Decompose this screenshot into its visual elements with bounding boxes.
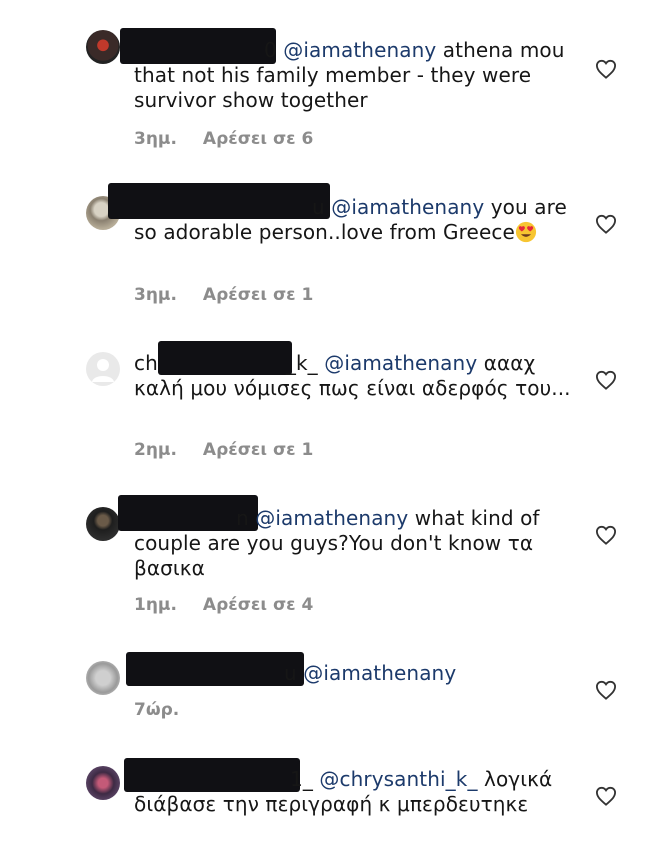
heart-outline-icon[interactable]: [595, 525, 617, 545]
comment-meta: 3ημ. Αρέσει σε 1: [134, 285, 313, 305]
heart-outline-icon[interactable]: [595, 680, 617, 700]
comment-time: 3ημ.: [134, 285, 177, 305]
comment-text: u @iamathenany you are so adorable perso…: [134, 195, 574, 245]
mention-link[interactable]: @iamathenany: [331, 195, 484, 219]
heart-outline-icon[interactable]: [595, 214, 617, 234]
mention-link[interactable]: @iamathenany: [324, 351, 477, 375]
comment-meta: 1ημ. Αρέσει σε 4: [134, 595, 313, 615]
username-fragment: n: [236, 506, 249, 530]
comment-text: ch _k_ @iamathenany αααχ καλή μου νόμισες…: [134, 351, 574, 401]
heart-eyes-emoji: [515, 221, 536, 243]
comment-text: n @iamathenany what kind of couple are y…: [134, 506, 574, 581]
comment-meta: 7ώρ.: [134, 700, 179, 720]
comment-time: 1ημ.: [134, 595, 177, 615]
heart-outline-icon[interactable]: [595, 786, 617, 806]
username-fragment: 1_: [290, 767, 313, 791]
username-fragment: ch: [134, 351, 158, 375]
comment-meta: 2ημ. Αρέσει σε 1: [134, 440, 313, 460]
username-fragment: _k_: [285, 351, 318, 375]
heart-outline-icon[interactable]: [595, 370, 617, 390]
comment-text: u @iamathenany: [134, 661, 574, 686]
comment-text: 0 @iamathenany athena mou that not his f…: [134, 38, 574, 113]
username-fragment: u: [284, 661, 297, 685]
comment-time: 7ώρ.: [134, 700, 180, 720]
avatar[interactable]: [86, 30, 120, 64]
likes-count[interactable]: Αρέσει σε 6: [203, 129, 313, 149]
mention-link[interactable]: @iamathenany: [255, 506, 408, 530]
mention-link[interactable]: @chrysanthi_k_: [319, 767, 477, 791]
mention-link[interactable]: @iamathenany: [303, 661, 456, 685]
comment-time: 2ημ.: [134, 440, 177, 460]
comment-time: 3ημ.: [134, 129, 177, 149]
default-avatar-icon: [92, 359, 114, 382]
likes-count[interactable]: Αρέσει σε 1: [203, 285, 313, 305]
mention-link[interactable]: @iamathenany: [283, 38, 436, 62]
username-fragment: u: [312, 195, 325, 219]
avatar[interactable]: [86, 766, 120, 800]
username-fragment: 0: [264, 38, 277, 62]
avatar[interactable]: [86, 661, 120, 695]
comment-meta: 3ημ. Αρέσει σε 6: [134, 129, 313, 149]
likes-count[interactable]: Αρέσει σε 4: [203, 595, 313, 615]
comment-text: 1_ @chrysanthi_k_ λογικά διάβασε την περ…: [134, 767, 574, 817]
avatar[interactable]: [86, 507, 120, 541]
likes-count[interactable]: Αρέσει σε 1: [203, 440, 313, 460]
heart-outline-icon[interactable]: [595, 59, 617, 79]
avatar[interactable]: [86, 352, 120, 386]
